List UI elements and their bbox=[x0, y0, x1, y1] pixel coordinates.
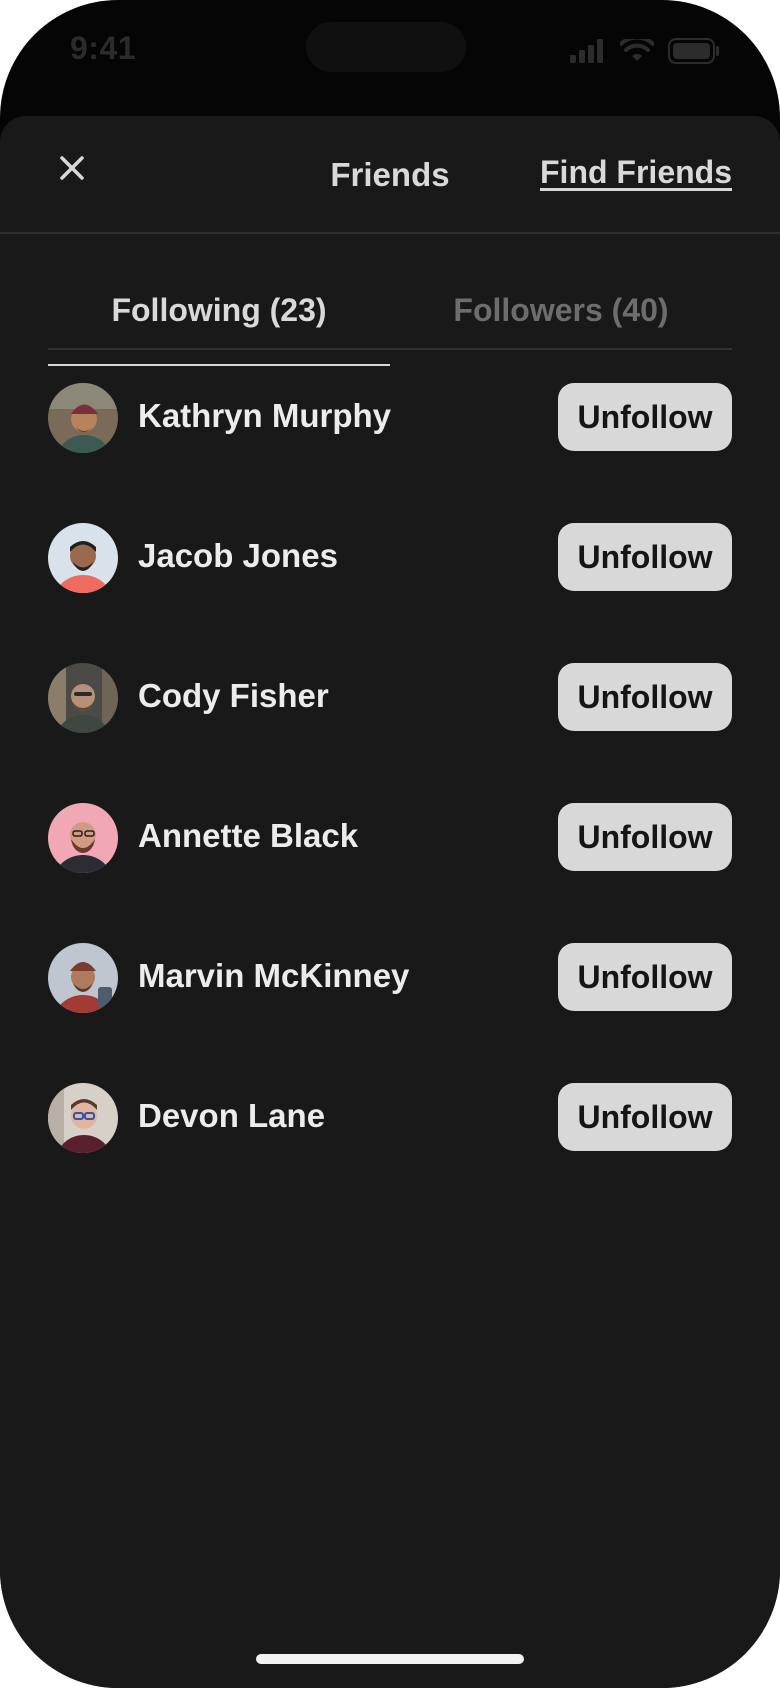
list-item: Devon Lane Unfollow bbox=[48, 1083, 732, 1223]
cellular-signal-icon bbox=[570, 39, 606, 68]
avatar[interactable] bbox=[48, 663, 118, 733]
phone-screen: 9:41 Friends Find Friends Following (23)… bbox=[0, 0, 780, 1688]
tab-followers[interactable]: Followers (40) bbox=[390, 288, 732, 348]
battery-icon bbox=[668, 38, 720, 69]
unfollow-button[interactable]: Unfollow bbox=[558, 803, 732, 871]
friends-sheet: Friends Find Friends Following (23) Foll… bbox=[0, 116, 780, 1688]
friend-name[interactable]: Cody Fisher bbox=[138, 677, 329, 715]
sheet-header: Friends Find Friends bbox=[0, 116, 780, 234]
status-icons bbox=[570, 35, 720, 69]
avatar[interactable] bbox=[48, 1083, 118, 1153]
list-item: Cody Fisher Unfollow bbox=[48, 663, 732, 803]
unfollow-button[interactable]: Unfollow bbox=[558, 943, 732, 1011]
unfollow-button[interactable]: Unfollow bbox=[558, 383, 732, 451]
friend-name[interactable]: Devon Lane bbox=[138, 1097, 325, 1135]
tab-following[interactable]: Following (23) bbox=[48, 288, 390, 366]
friend-name[interactable]: Marvin McKinney bbox=[138, 957, 409, 995]
list-item: Jacob Jones Unfollow bbox=[48, 523, 732, 663]
find-friends-link[interactable]: Find Friends bbox=[540, 154, 732, 191]
status-bar: 9:41 bbox=[0, 0, 780, 110]
status-time: 9:41 bbox=[70, 30, 137, 66]
avatar[interactable] bbox=[48, 943, 118, 1013]
friends-tabs: Following (23) Followers (40) bbox=[48, 288, 732, 366]
unfollow-button[interactable]: Unfollow bbox=[558, 1083, 732, 1151]
unfollow-button[interactable]: Unfollow bbox=[558, 663, 732, 731]
home-indicator[interactable] bbox=[256, 1654, 524, 1664]
list-item: Kathryn Murphy Unfollow bbox=[48, 383, 732, 523]
friend-name[interactable]: Kathryn Murphy bbox=[138, 397, 391, 435]
friend-name[interactable]: Jacob Jones bbox=[138, 537, 338, 575]
following-list: Kathryn Murphy Unfollow Jacob Jones Unfo… bbox=[48, 383, 732, 1223]
avatar[interactable] bbox=[48, 803, 118, 873]
unfollow-button[interactable]: Unfollow bbox=[558, 523, 732, 591]
wifi-icon bbox=[619, 35, 655, 68]
list-item: Marvin McKinney Unfollow bbox=[48, 943, 732, 1083]
avatar[interactable] bbox=[48, 383, 118, 453]
dynamic-island bbox=[306, 22, 466, 72]
friend-name[interactable]: Annette Black bbox=[138, 817, 358, 855]
list-item: Annette Black Unfollow bbox=[48, 803, 732, 943]
avatar[interactable] bbox=[48, 523, 118, 593]
